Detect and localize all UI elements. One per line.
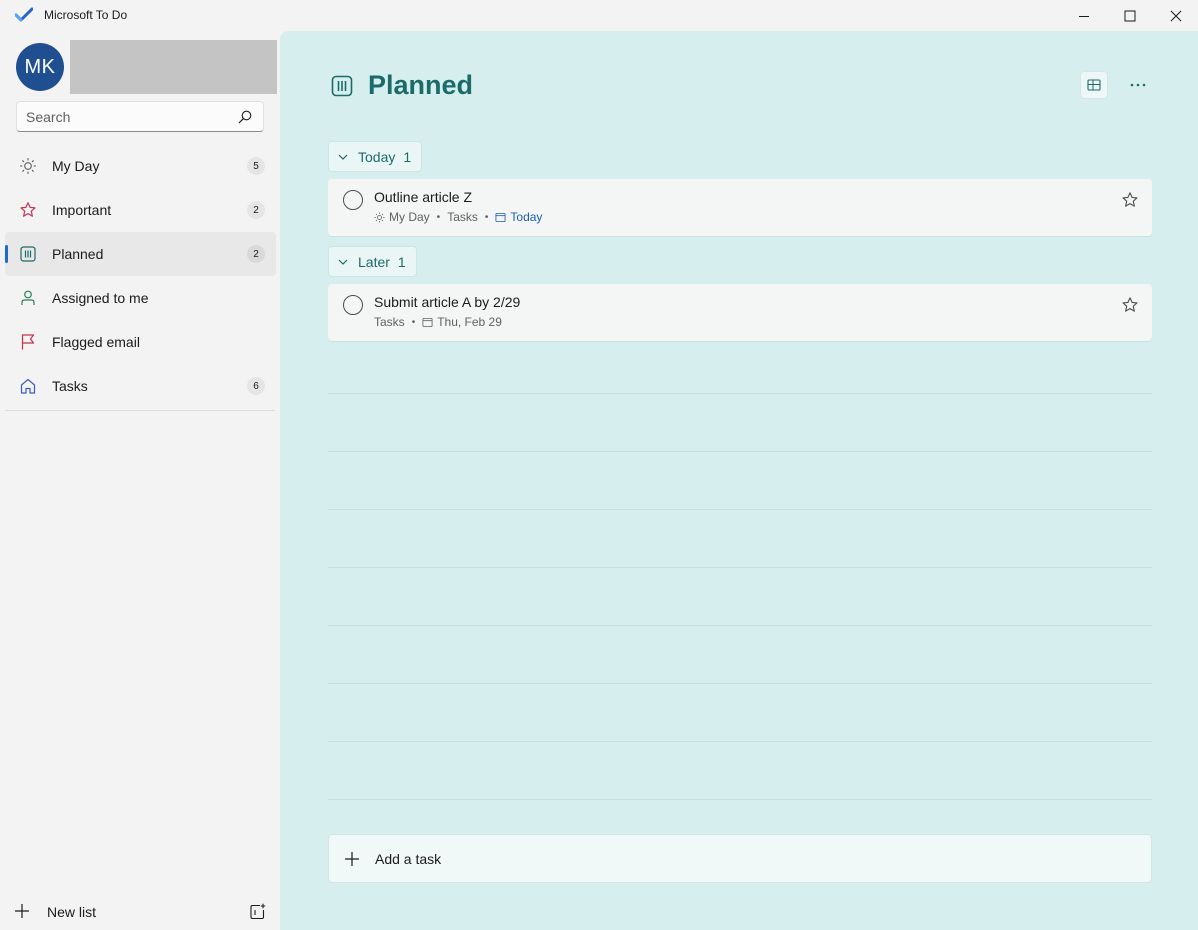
- plus-icon: [345, 852, 359, 866]
- title-bar: Microsoft To Do: [0, 0, 1198, 31]
- sidebar-item-assigned[interactable]: Assigned to me: [5, 276, 276, 320]
- task-title: Outline article Z: [374, 189, 473, 205]
- window-title: Microsoft To Do: [44, 8, 128, 22]
- sidebar-item-planned[interactable]: Planned 2: [5, 232, 276, 276]
- person-icon: [21, 290, 35, 305]
- star-icon[interactable]: [1121, 296, 1139, 314]
- calendar-icon: [422, 317, 433, 327]
- empty-row-line: [328, 567, 1152, 568]
- search-icon[interactable]: [238, 110, 252, 124]
- chevron-down-icon: [338, 154, 348, 160]
- count-badge: 5: [247, 157, 265, 175]
- more-icon: [1130, 83, 1146, 87]
- task-item[interactable]: Outline article Z My Day • Tasks • Today: [328, 179, 1152, 236]
- planner-icon: [20, 246, 36, 262]
- add-task-input[interactable]: [375, 851, 1075, 867]
- sidebar-item-label: Assigned to me: [52, 290, 149, 306]
- group-header-today[interactable]: Today 1: [328, 141, 423, 172]
- maximize-icon: [1124, 10, 1136, 21]
- sun-icon: [19, 157, 37, 175]
- meta-separator: •: [436, 211, 441, 223]
- calendar-icon: [495, 212, 506, 222]
- empty-row-line: [328, 509, 1152, 510]
- sidebar-item-my-day[interactable]: My Day 5: [5, 144, 276, 188]
- task-title: Submit article A by 2/29: [374, 294, 521, 310]
- task-complete-checkbox[interactable]: [343, 295, 363, 315]
- flag-icon: [21, 334, 35, 350]
- sidebar: MK My Day 5 Impo: [0, 31, 280, 930]
- plus-icon: [15, 904, 29, 918]
- group-count: 1: [397, 253, 406, 270]
- task-meta: My Day • Tasks • Today: [374, 210, 542, 224]
- star-icon[interactable]: [1121, 191, 1139, 209]
- page-title: Planned: [368, 70, 474, 100]
- task-meta-list: Tasks: [374, 315, 405, 329]
- sidebar-nav: My Day 5 Important 2 Planned 2 Assigned …: [0, 144, 280, 408]
- search-box: [16, 101, 264, 132]
- search-input[interactable]: [26, 102, 226, 131]
- task-meta: Tasks • Thu, Feb 29: [374, 315, 502, 329]
- sidebar-item-flagged-email[interactable]: Flagged email: [5, 320, 276, 364]
- task-meta-list: Tasks: [447, 210, 478, 224]
- task-item[interactable]: Submit article A by 2/29 Tasks • Thu, Fe…: [328, 284, 1152, 341]
- task-meta-due: Today: [510, 210, 543, 224]
- sidebar-item-label: Flagged email: [52, 334, 140, 350]
- maximize-button[interactable]: [1107, 0, 1153, 31]
- suggestions-button[interactable]: [1080, 71, 1108, 99]
- sun-icon: [374, 211, 385, 223]
- app-check-icon: [15, 7, 33, 22]
- new-list-button[interactable]: New list: [0, 896, 280, 926]
- meta-separator: •: [484, 211, 489, 223]
- suggestions-icon: [1087, 79, 1101, 91]
- minimize-icon: [1079, 15, 1089, 17]
- empty-row-line: [328, 799, 1152, 800]
- group-header-later[interactable]: Later 1: [328, 246, 417, 277]
- new-group-icon[interactable]: [249, 903, 266, 920]
- meta-separator: •: [411, 316, 416, 328]
- count-badge: 2: [247, 245, 265, 263]
- avatar-initials: MK: [24, 55, 56, 78]
- task-meta-due: Thu, Feb 29: [437, 315, 502, 329]
- account-info-redacted[interactable]: [70, 40, 277, 94]
- group-count: 1: [403, 148, 412, 165]
- task-complete-checkbox[interactable]: [343, 190, 363, 210]
- count-badge: 6: [247, 377, 265, 395]
- star-icon: [20, 202, 36, 217]
- minimize-button[interactable]: [1061, 0, 1107, 31]
- add-task-bar[interactable]: [328, 834, 1152, 883]
- sidebar-item-tasks[interactable]: Tasks 6: [5, 364, 276, 408]
- more-options-button[interactable]: [1124, 71, 1152, 99]
- empty-row-line: [328, 393, 1152, 394]
- sidebar-divider: [5, 410, 275, 411]
- sidebar-item-label: My Day: [52, 158, 100, 174]
- chevron-down-icon: [338, 259, 348, 265]
- planner-icon: [331, 75, 353, 97]
- close-icon: [1170, 10, 1182, 21]
- group-label: Today: [358, 148, 396, 165]
- empty-row-line: [328, 625, 1152, 626]
- empty-row-line: [328, 741, 1152, 742]
- sidebar-item-label: Important: [52, 202, 112, 218]
- new-list-label: New list: [47, 904, 97, 920]
- sidebar-item-label: Tasks: [52, 378, 88, 394]
- close-button[interactable]: [1153, 0, 1198, 31]
- sidebar-item-label: Planned: [52, 246, 104, 262]
- empty-row-line: [328, 451, 1152, 452]
- sidebar-item-important[interactable]: Important 2: [5, 188, 276, 232]
- avatar[interactable]: MK: [16, 43, 64, 91]
- main-panel: Planned Today 1 Outline article Z My Day…: [280, 31, 1198, 930]
- group-label: Later: [358, 253, 390, 270]
- task-meta-myday: My Day: [389, 210, 430, 224]
- count-badge: 2: [247, 201, 265, 219]
- empty-row-line: [328, 683, 1152, 684]
- home-icon: [20, 378, 36, 394]
